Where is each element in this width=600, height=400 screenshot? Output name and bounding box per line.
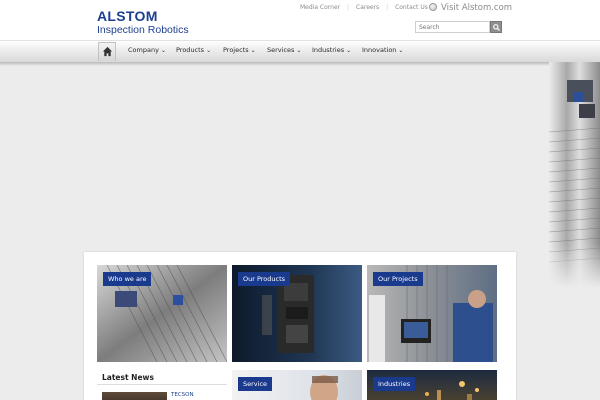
page: ALSTOM Inspection Robotics Media Corner … (0, 0, 600, 400)
nav-item-label: Company (128, 46, 159, 54)
nav-item-services[interactable]: Services ⌄ (267, 46, 301, 54)
search-box (415, 21, 502, 33)
chevron-down-icon: ⌄ (398, 47, 404, 54)
globe-icon (429, 3, 437, 11)
home-button[interactable] (98, 42, 116, 61)
link-media-corner[interactable]: Media Corner (300, 4, 340, 11)
latest-news-title: Latest News (97, 370, 227, 385)
logo-wordmark: ALSTOM (97, 8, 158, 24)
tile-who-we-are[interactable]: Who we are (97, 265, 227, 362)
divider: | (386, 4, 389, 11)
nav-item-innovation[interactable]: Innovation ⌄ (362, 46, 403, 54)
chevron-down-icon: ⌄ (206, 47, 212, 54)
search-button[interactable] (490, 21, 502, 33)
nav-shadow (0, 62, 600, 66)
tile-badge: Our Products (238, 272, 291, 286)
link-contact-us[interactable]: Contact Us (395, 4, 428, 11)
tile-badge: Industries (373, 377, 416, 391)
header: ALSTOM Inspection Robotics Media Corner … (0, 0, 600, 44)
visit-alstom-label: Visit Alstom.com (441, 3, 513, 13)
nav-item-label: Industries (312, 46, 345, 54)
divider: | (347, 4, 350, 11)
latest-news: Latest News TECSON (97, 370, 227, 400)
nav-item-projects[interactable]: Projects ⌄ (223, 46, 256, 54)
search-icon (493, 24, 500, 31)
chevron-down-icon: ⌄ (296, 47, 302, 54)
search-input[interactable] (415, 21, 490, 33)
nav-item-label: Innovation (362, 46, 397, 54)
tile-badge: Service (238, 377, 273, 391)
nav-item-label: Products (176, 46, 205, 54)
home-icon (102, 46, 113, 57)
main-nav: Company ⌄ Products ⌄ Projects ⌄ Services ⌄ I… (0, 40, 600, 62)
tile-our-products[interactable]: Our Products (232, 265, 362, 362)
logo-subtitle: Inspection Robotics (97, 24, 189, 36)
hero-turbine-image (549, 62, 600, 288)
tile-our-projects[interactable]: Our Projects (367, 265, 497, 362)
tile-service[interactable]: Service (232, 370, 362, 400)
nav-item-company[interactable]: Company ⌄ (128, 46, 166, 54)
content-panel: Who we are Our Products Our Projects Lat… (84, 252, 516, 400)
link-careers[interactable]: Careers (356, 4, 379, 11)
chevron-down-icon: ⌄ (346, 47, 352, 54)
visit-alstom-link[interactable]: Visit Alstom.com (429, 3, 512, 13)
top-links: Media Corner | Careers | Contact Us (300, 4, 428, 11)
chevron-down-icon: ⌄ (250, 47, 256, 54)
nav-item-industries[interactable]: Industries ⌄ (312, 46, 351, 54)
tile-badge: Our Projects (373, 272, 423, 286)
tile-industries[interactable]: Industries (367, 370, 497, 400)
nav-item-label: Projects (223, 46, 249, 54)
news-item-link[interactable]: TECSON (171, 392, 194, 398)
alstom-logo[interactable]: ALSTOM Inspection Robotics (97, 9, 189, 36)
chevron-down-icon: ⌄ (160, 47, 166, 54)
nav-item-products[interactable]: Products ⌄ (176, 46, 211, 54)
tile-badge: Who we are (103, 272, 152, 286)
nav-item-label: Services (267, 46, 295, 54)
news-thumbnail[interactable] (102, 392, 167, 400)
